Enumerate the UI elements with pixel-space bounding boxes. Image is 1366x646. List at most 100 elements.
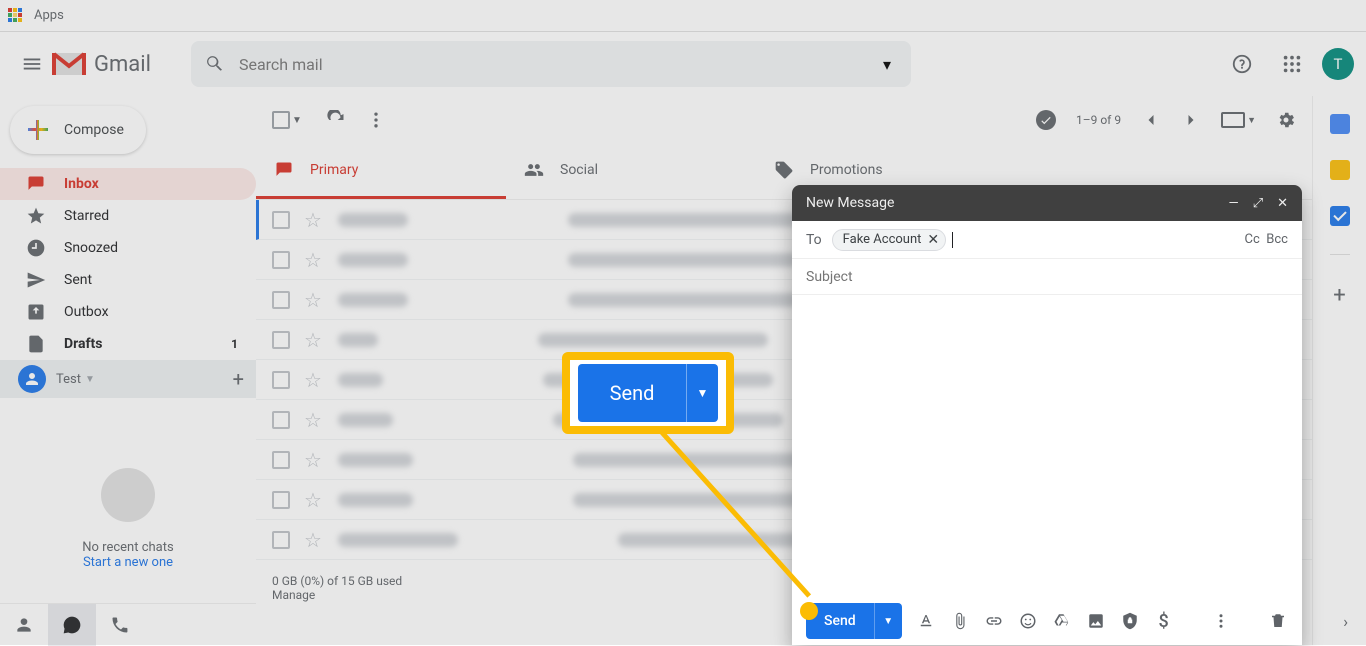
search-options-dropdown-icon[interactable]: ▾ bbox=[877, 55, 897, 74]
fullscreen-icon[interactable]: ⤢ bbox=[1253, 196, 1263, 211]
row-checkbox[interactable] bbox=[272, 371, 290, 389]
row-checkbox[interactable] bbox=[272, 331, 290, 349]
row-checkbox[interactable] bbox=[272, 291, 290, 309]
star-icon[interactable]: ☆ bbox=[304, 208, 322, 232]
tasks-app-icon[interactable] bbox=[1330, 206, 1350, 226]
prev-page-icon[interactable] bbox=[1141, 110, 1161, 130]
sidebar-item-sent[interactable]: Sent bbox=[0, 264, 256, 296]
sidebar-item-inbox[interactable]: Inbox bbox=[0, 168, 256, 200]
side-panel: + bbox=[1312, 96, 1366, 645]
star-icon[interactable]: ☆ bbox=[304, 288, 322, 312]
row-checkbox[interactable] bbox=[272, 211, 290, 229]
next-page-icon[interactable] bbox=[1181, 110, 1201, 130]
search-bar[interactable]: ▾ bbox=[191, 41, 911, 87]
attach-file-icon[interactable] bbox=[950, 611, 970, 631]
manage-storage-link[interactable]: Manage bbox=[272, 588, 315, 602]
compose-to-row[interactable]: To Fake Account ✕ Cc Bcc bbox=[792, 221, 1302, 259]
remove-recipient-icon[interactable]: ✕ bbox=[927, 232, 939, 248]
row-checkbox[interactable] bbox=[272, 451, 290, 469]
drive-icon[interactable] bbox=[1052, 611, 1072, 631]
compose-header[interactable]: New Message — ⤢ ✕ bbox=[792, 185, 1302, 221]
compose-subject-row[interactable] bbox=[792, 259, 1302, 295]
apps-grid-icon[interactable] bbox=[8, 8, 24, 24]
compose-title: New Message bbox=[806, 195, 894, 211]
help-icon[interactable] bbox=[1222, 44, 1262, 84]
refresh-icon[interactable] bbox=[326, 110, 346, 130]
account-avatar[interactable]: T bbox=[1322, 48, 1354, 80]
sidebar-label: Drafts bbox=[64, 336, 102, 352]
money-icon[interactable]: $ bbox=[1154, 611, 1174, 631]
sidebar-label: Snoozed bbox=[64, 240, 118, 256]
apps-label[interactable]: Apps bbox=[34, 8, 64, 23]
send-button[interactable]: Send ▼ bbox=[806, 603, 902, 639]
keep-app-icon[interactable] bbox=[1330, 160, 1350, 180]
recipient-chip[interactable]: Fake Account ✕ bbox=[832, 229, 946, 251]
compose-button[interactable]: Compose bbox=[10, 106, 146, 154]
callout-dropdown-icon: ▼ bbox=[686, 364, 718, 422]
hangouts-phone-tab[interactable] bbox=[96, 604, 144, 646]
browser-apps-bar: Apps bbox=[0, 0, 1366, 32]
star-icon[interactable]: ☆ bbox=[304, 248, 322, 272]
minimize-icon[interactable]: — bbox=[1229, 196, 1239, 211]
gmail-logo[interactable]: Gmail bbox=[52, 51, 151, 77]
list-toolbar: ▼ 1–9 of 9 ▼ bbox=[256, 96, 1312, 144]
settings-gear-icon[interactable] bbox=[1276, 110, 1296, 130]
row-checkbox[interactable] bbox=[272, 531, 290, 549]
start-chat-link[interactable]: Start a new one bbox=[0, 555, 256, 570]
subject-input[interactable] bbox=[806, 269, 1288, 285]
hangouts-contacts-tab[interactable] bbox=[0, 604, 48, 646]
row-checkbox[interactable] bbox=[272, 411, 290, 429]
send-options-dropdown-icon[interactable]: ▼ bbox=[874, 603, 902, 639]
recipient-name: Fake Account bbox=[843, 232, 922, 247]
offline-status-icon bbox=[1036, 110, 1056, 130]
row-checkbox[interactable] bbox=[272, 251, 290, 269]
hangouts-user-row[interactable]: Test ▼ + bbox=[0, 360, 256, 398]
no-chats-text: No recent chats bbox=[0, 540, 256, 555]
input-tools-icon[interactable]: ▼ bbox=[1221, 112, 1256, 128]
tab-social[interactable]: Social bbox=[506, 144, 756, 199]
more-icon[interactable] bbox=[366, 110, 386, 130]
star-icon[interactable]: ☆ bbox=[304, 408, 322, 432]
hamburger-menu-icon[interactable] bbox=[12, 44, 52, 84]
collapse-sidepanel-icon[interactable]: › bbox=[1343, 612, 1348, 631]
select-dropdown-icon[interactable]: ▼ bbox=[292, 115, 302, 126]
star-icon[interactable]: ☆ bbox=[304, 488, 322, 512]
star-icon[interactable]: ☆ bbox=[304, 528, 322, 552]
star-icon[interactable]: ☆ bbox=[304, 368, 322, 392]
close-icon[interactable]: ✕ bbox=[1277, 196, 1288, 211]
compose-more-icon[interactable] bbox=[1211, 611, 1231, 631]
hangouts-chat-tab[interactable] bbox=[48, 604, 96, 646]
text-format-icon[interactable] bbox=[916, 611, 936, 631]
sidebar-item-outbox[interactable]: Outbox bbox=[0, 296, 256, 328]
tab-primary[interactable]: Primary bbox=[256, 144, 506, 199]
tab-label: Promotions bbox=[810, 162, 883, 178]
star-icon bbox=[26, 206, 46, 226]
to-label: To bbox=[806, 232, 822, 248]
new-chat-plus-icon[interactable]: + bbox=[233, 367, 244, 391]
sidebar-item-snoozed[interactable]: Snoozed bbox=[0, 232, 256, 264]
compose-label: Compose bbox=[64, 122, 124, 138]
row-checkbox[interactable] bbox=[272, 491, 290, 509]
gmail-envelope-icon bbox=[52, 51, 86, 77]
star-icon[interactable]: ☆ bbox=[304, 328, 322, 352]
discard-draft-icon[interactable] bbox=[1268, 611, 1288, 631]
insert-photo-icon[interactable] bbox=[1086, 611, 1106, 631]
apps-launcher-icon[interactable] bbox=[1272, 44, 1312, 84]
calendar-app-icon[interactable] bbox=[1330, 114, 1350, 134]
add-app-plus-icon[interactable]: + bbox=[1333, 283, 1345, 308]
compose-body[interactable] bbox=[792, 295, 1302, 597]
header: Gmail ▾ T bbox=[0, 32, 1366, 96]
insert-link-icon[interactable] bbox=[984, 611, 1004, 631]
select-all-checkbox[interactable] bbox=[272, 111, 290, 129]
gmail-brand-text: Gmail bbox=[94, 52, 151, 77]
confidential-mode-icon[interactable] bbox=[1120, 611, 1140, 631]
emoji-icon[interactable] bbox=[1018, 611, 1038, 631]
star-icon[interactable]: ☆ bbox=[304, 448, 322, 472]
search-input[interactable] bbox=[239, 55, 877, 74]
sidebar-label: Inbox bbox=[64, 176, 99, 192]
bcc-link[interactable]: Bcc bbox=[1266, 232, 1288, 247]
inbox-tab-icon bbox=[274, 160, 294, 180]
sidebar-item-starred[interactable]: Starred bbox=[0, 200, 256, 232]
cc-link[interactable]: Cc bbox=[1245, 232, 1260, 247]
sidebar-item-drafts[interactable]: Drafts1 bbox=[0, 328, 256, 360]
